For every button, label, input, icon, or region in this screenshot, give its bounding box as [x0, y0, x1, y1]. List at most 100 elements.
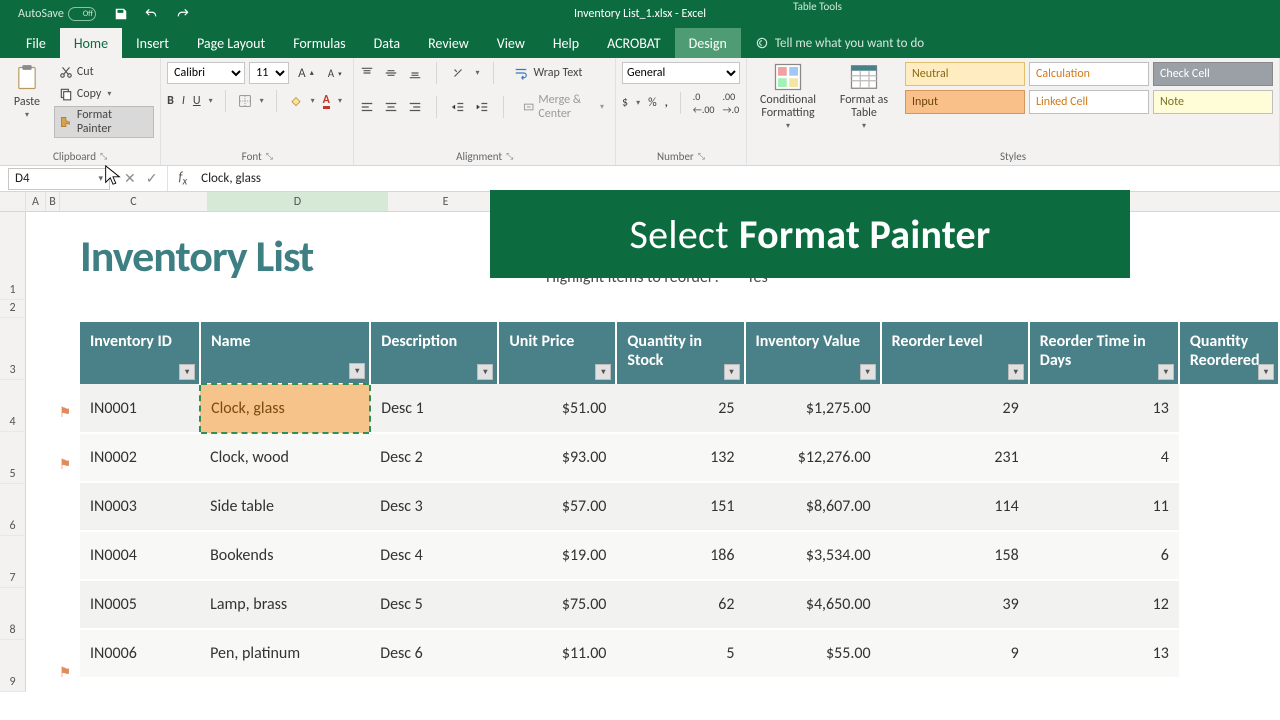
table-header[interactable]: Reorder Level▾: [881, 322, 1029, 384]
cancel-formula-icon[interactable]: ✕: [124, 170, 136, 187]
tab-review[interactable]: Review: [414, 28, 483, 58]
table-header[interactable]: Name▾: [200, 322, 370, 384]
cell-qty[interactable]: 5: [616, 629, 744, 678]
cell-id[interactable]: IN0003: [80, 482, 200, 531]
save-icon[interactable]: [114, 7, 128, 21]
font-name-select[interactable]: Calibri: [167, 62, 245, 84]
cell-id[interactable]: IN0006: [80, 629, 200, 678]
cell-rt[interactable]: 13: [1029, 629, 1179, 678]
cell-qty[interactable]: 151: [616, 482, 744, 531]
cell-desc[interactable]: Desc 2: [370, 433, 498, 482]
style-check-cell[interactable]: Check Cell: [1153, 62, 1273, 86]
style-input[interactable]: Input: [905, 90, 1025, 114]
cell-rl[interactable]: 39: [881, 580, 1029, 629]
cell-desc[interactable]: Desc 3: [370, 482, 498, 531]
formula-value[interactable]: Clock, glass: [197, 171, 265, 186]
increase-font-icon[interactable]: A▴: [293, 63, 319, 84]
table-row[interactable]: IN0004BookendsDesc 4$19.00186$3,534.0015…: [80, 531, 1279, 580]
tab-help[interactable]: Help: [539, 28, 593, 58]
fill-color-button[interactable]: [289, 94, 303, 108]
table-row[interactable]: IN0002Clock, woodDesc 2$93.00132$12,276.…: [80, 433, 1279, 482]
cell-rt[interactable]: 12: [1029, 580, 1179, 629]
filter-dropdown-icon[interactable]: ▾: [477, 364, 493, 380]
cell-price[interactable]: $57.00: [498, 482, 616, 531]
table-header[interactable]: Unit Price▾: [498, 322, 616, 384]
cell-rl[interactable]: 29: [881, 384, 1029, 433]
tab-file[interactable]: File: [12, 28, 60, 58]
underline-button[interactable]: U: [193, 94, 201, 108]
number-launcher-icon[interactable]: ⤡: [698, 151, 705, 162]
cell-name[interactable]: Clock, glass: [200, 384, 370, 433]
select-all-corner[interactable]: [0, 192, 26, 211]
cell-qty[interactable]: 186: [616, 531, 744, 580]
cell-id[interactable]: IN0001: [80, 384, 200, 433]
cell-rl[interactable]: 158: [881, 531, 1029, 580]
align-right-icon[interactable]: [408, 100, 422, 114]
table-header[interactable]: Quantity in Stock▾: [616, 322, 744, 384]
filter-dropdown-icon[interactable]: ▾: [860, 364, 876, 380]
cell-rl[interactable]: 231: [881, 433, 1029, 482]
border-button[interactable]: [238, 94, 252, 108]
cell-rt[interactable]: 6: [1029, 531, 1179, 580]
wrap-text-button[interactable]: Wrap Text: [508, 63, 587, 83]
cell-val[interactable]: $12,276.00: [745, 433, 881, 482]
format-painter-button[interactable]: Format Painter: [54, 106, 154, 138]
cell-desc[interactable]: Desc 4: [370, 531, 498, 580]
cell-qty[interactable]: 62: [616, 580, 744, 629]
table-header[interactable]: Reorder Time in Days▾: [1029, 322, 1179, 384]
align-middle-icon[interactable]: [384, 66, 398, 80]
tab-design[interactable]: Design: [675, 28, 741, 58]
number-format-select[interactable]: General: [622, 62, 740, 84]
decrease-indent-icon[interactable]: [451, 100, 465, 114]
cell-price[interactable]: $93.00: [498, 433, 616, 482]
filter-dropdown-icon[interactable]: ▾: [1158, 364, 1174, 380]
filter-dropdown-icon[interactable]: ▾: [349, 363, 365, 379]
inventory-table[interactable]: Inventory ID▾Name▾Description▾Unit Price…: [80, 322, 1280, 679]
bold-button[interactable]: B: [167, 94, 174, 108]
style-calculation[interactable]: Calculation: [1029, 62, 1149, 86]
cell-val[interactable]: $3,534.00: [745, 531, 881, 580]
format-as-table-button[interactable]: Format as Table▾: [829, 62, 899, 131]
table-row[interactable]: IN0005Lamp, brassDesc 5$75.0062$4,650.00…: [80, 580, 1279, 629]
comma-format-icon[interactable]: ,: [665, 96, 668, 110]
cell-name[interactable]: Pen, platinum: [200, 629, 370, 678]
filter-dropdown-icon[interactable]: ▾: [595, 364, 611, 380]
cell-rt[interactable]: 4: [1029, 433, 1179, 482]
table-row[interactable]: IN0006Pen, platinumDesc 6$11.005$55.0091…: [80, 629, 1279, 678]
cell-id[interactable]: IN0002: [80, 433, 200, 482]
cell-rt[interactable]: 13: [1029, 384, 1179, 433]
tab-home[interactable]: Home: [60, 28, 122, 58]
table-header[interactable]: Inventory Value▾: [745, 322, 881, 384]
font-launcher-icon[interactable]: ⤡: [266, 151, 273, 162]
decrease-font-icon[interactable]: A▾: [323, 64, 347, 83]
align-top-icon[interactable]: [360, 66, 374, 80]
alignment-launcher-icon[interactable]: ⤡: [506, 151, 513, 162]
clipboard-launcher-icon[interactable]: ⤡: [100, 151, 107, 162]
tab-view[interactable]: View: [483, 28, 539, 58]
tab-acrobat[interactable]: ACROBAT: [593, 28, 675, 58]
cut-button[interactable]: Cut: [54, 62, 154, 82]
filter-dropdown-icon[interactable]: ▾: [1258, 364, 1274, 380]
merge-center-button[interactable]: Merge & Center▾: [518, 90, 609, 124]
tell-me-search[interactable]: Tell me what you want to do: [755, 28, 924, 58]
copy-button[interactable]: Copy▾: [54, 84, 154, 104]
increase-indent-icon[interactable]: [475, 100, 489, 114]
cell-desc[interactable]: Desc 6: [370, 629, 498, 678]
cell-name[interactable]: Side table: [200, 482, 370, 531]
cell-val[interactable]: $4,650.00: [745, 580, 881, 629]
orientation-icon[interactable]: [451, 66, 465, 80]
cell-name[interactable]: Bookends: [200, 531, 370, 580]
cell-id[interactable]: IN0004: [80, 531, 200, 580]
cell-rl[interactable]: 9: [881, 629, 1029, 678]
cell-name[interactable]: Clock, wood: [200, 433, 370, 482]
cell-price[interactable]: $51.00: [498, 384, 616, 433]
cell-desc[interactable]: Desc 5: [370, 580, 498, 629]
cell-id[interactable]: IN0005: [80, 580, 200, 629]
conditional-formatting-button[interactable]: Conditional Formatting▾: [753, 62, 823, 131]
autosave-toggle[interactable]: AutoSave Off: [18, 7, 96, 21]
cell-rt[interactable]: 11: [1029, 482, 1179, 531]
paste-button[interactable]: Paste ▾: [6, 62, 48, 120]
autosave-switch[interactable]: Off: [68, 7, 96, 21]
table-header[interactable]: Inventory ID▾: [80, 322, 200, 384]
filter-dropdown-icon[interactable]: ▾: [179, 364, 195, 380]
